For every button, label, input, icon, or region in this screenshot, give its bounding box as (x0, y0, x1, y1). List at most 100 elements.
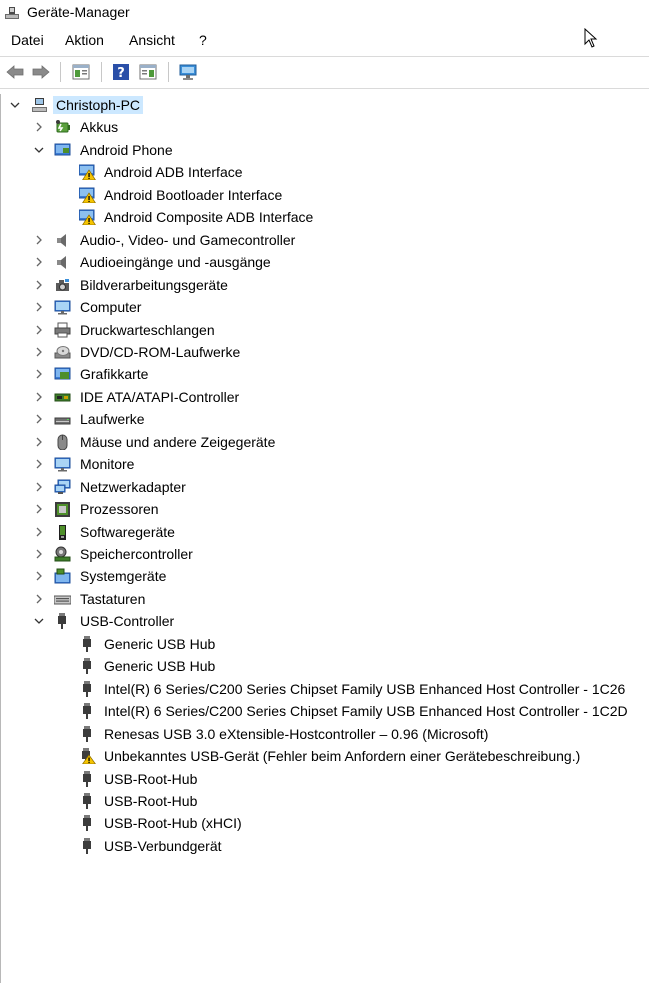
optical-drive-icon (54, 345, 71, 359)
chevron-right-icon[interactable] (33, 279, 45, 291)
menu-datei[interactable]: Datei (11, 32, 44, 48)
usb-icon (83, 725, 91, 742)
tree-device-label: Renesas USB 3.0 eXtensible-Hostcontrolle… (104, 725, 489, 742)
ide-controller-icon (54, 393, 71, 402)
tree-device-generic-usb-hub[interactable]: Generic USB Hub (1, 655, 649, 677)
tree-device-android-composite-adb-interface[interactable]: Android Composite ADB Interface (1, 206, 649, 228)
display-adapter-icon (54, 367, 71, 380)
tree-item-speichercontroller[interactable]: Speichercontroller (1, 543, 649, 565)
toolbar-separator (60, 62, 61, 82)
chevron-right-icon[interactable] (33, 413, 45, 425)
tree-item-label: Netzwerkadapter (80, 478, 186, 495)
tree-item-audio-video-und-gamecontroller[interactable]: Audio-, Video- und Gamecontroller (1, 229, 649, 251)
tree-device-usb-root-hub[interactable]: USB-Root-Hub (1, 768, 649, 790)
keyboard-icon (54, 595, 71, 605)
chevron-right-icon[interactable] (33, 301, 45, 313)
scan-hardware-icon[interactable] (179, 63, 197, 81)
tree-device-usb-verbundgerät[interactable]: USB-Verbundgerät (1, 835, 649, 857)
tree-device-label: Intel(R) 6 Series/C200 Series Chipset Fa… (104, 680, 626, 697)
tree-item-label: Audio-, Video- und Gamecontroller (80, 231, 296, 248)
tree-device-label: USB-Root-Hub (104, 770, 198, 787)
menu-ansicht[interactable]: Ansicht (129, 32, 175, 48)
tree-device-generic-usb-hub[interactable]: Generic USB Hub (1, 633, 649, 655)
action-view-icon[interactable] (139, 63, 157, 81)
tree-device-android-bootloader-interface[interactable]: Android Bootloader Interface (1, 184, 649, 206)
chevron-right-icon[interactable] (33, 256, 45, 268)
tree-item-netzwerkadapter[interactable]: Netzwerkadapter (1, 476, 649, 498)
tree-item-label: Monitore (80, 456, 135, 473)
tree-item-ide-ata-atapi-controller[interactable]: IDE ATA/ATAPI-Controller (1, 386, 649, 408)
computer-root-icon (32, 98, 47, 112)
chevron-right-icon[interactable] (33, 526, 45, 538)
chevron-right-icon[interactable] (33, 503, 45, 515)
tree-device-unbekanntes-usb-gerät-fehler-beim-anfordern-einer-gerätebeschreibung[interactable]: Unbekanntes USB-Gerät (Fehler beim Anfor… (1, 745, 649, 767)
tree-root-label: Christoph-PC (53, 96, 144, 114)
usb-icon (83, 815, 91, 832)
tree-item-mäuse-und-andere-zeigegeräte[interactable]: Mäuse und andere Zeigegeräte (1, 431, 649, 453)
menu-help[interactable]: ? (199, 32, 207, 48)
tree-item-label: Systemgeräte (80, 568, 167, 585)
tree-item-label: Android Phone (80, 141, 173, 158)
tree-item-label: Mäuse und andere Zeigegeräte (80, 433, 276, 450)
tree-item-systemgeräte[interactable]: Systemgeräte (1, 565, 649, 587)
chevron-right-icon[interactable] (33, 593, 45, 605)
tree-device-label: Generic USB Hub (104, 635, 216, 652)
help-icon[interactable]: ? (112, 63, 130, 81)
tree-item-prozessoren[interactable]: Prozessoren (1, 498, 649, 520)
tree-device-android-adb-interface[interactable]: Android ADB Interface (1, 161, 649, 183)
tree-item-android-phone[interactable]: Android Phone (1, 139, 649, 161)
tree-root-christoph-pc[interactable]: Christoph-PC (1, 94, 649, 116)
chevron-down-icon[interactable] (9, 99, 21, 111)
chevron-right-icon[interactable] (33, 324, 45, 336)
tree-device-label: Android Bootloader Interface (104, 186, 283, 203)
tree-item-akkus[interactable]: Akkus (1, 116, 649, 138)
tree-item-audioeingänge-und-ausgänge[interactable]: Audioeingänge und -ausgänge (1, 251, 649, 273)
properties-view-icon[interactable] (72, 63, 90, 81)
usb-icon (83, 680, 91, 697)
chevron-right-icon[interactable] (33, 436, 45, 448)
tree-device-usb-root-hub-xhci[interactable]: USB-Root-Hub (xHCI) (1, 812, 649, 834)
tree-device-renesas-usb-3-0-extensible-hostcontroller-0-96-microsoft[interactable]: Renesas USB 3.0 eXtensible-Hostcontrolle… (1, 723, 649, 745)
forward-icon[interactable] (32, 63, 50, 81)
tree-item-grafikkarte[interactable]: Grafikkarte (1, 363, 649, 385)
tree-item-computer[interactable]: Computer (1, 296, 649, 318)
tree-item-tastaturen[interactable]: Tastaturen (1, 588, 649, 610)
chevron-right-icon[interactable] (33, 346, 45, 358)
warning-device-icon (79, 187, 96, 203)
tree-device-label: Unbekanntes USB-Gerät (Fehler beim Anfor… (104, 748, 581, 765)
toolbar: ? (0, 56, 649, 89)
tree-device-intel-r-6-series-c200-series-chipset-family-usb-enhanced-host-controller-1c2d[interactable]: Intel(R) 6 Series/C200 Series Chipset Fa… (1, 700, 649, 722)
chevron-right-icon[interactable] (33, 481, 45, 493)
tree-item-usb-controller[interactable]: USB-Controller (1, 610, 649, 632)
menu-aktion[interactable]: Aktion (65, 32, 104, 48)
tree-item-laufwerke[interactable]: Laufwerke (1, 408, 649, 430)
tree-device-label: Intel(R) 6 Series/C200 Series Chipset Fa… (104, 703, 628, 720)
chevron-right-icon[interactable] (33, 548, 45, 560)
tree-item-label: Speichercontroller (80, 546, 193, 562)
chevron-right-icon[interactable] (33, 570, 45, 582)
toolbar-separator (101, 62, 102, 82)
tree-item-label: Laufwerke (80, 411, 145, 428)
back-icon[interactable] (6, 63, 24, 81)
chevron-right-icon[interactable] (33, 234, 45, 246)
usb-icon (83, 770, 91, 787)
tree-item-monitore[interactable]: Monitore (1, 453, 649, 475)
tree-item-druckwarteschlangen[interactable]: Druckwarteschlangen (1, 319, 649, 341)
tree-device-label: USB-Verbundgerät (104, 837, 222, 854)
chevron-right-icon[interactable] (33, 121, 45, 133)
tree-item-softwaregeräte[interactable]: Softwaregeräte (1, 521, 649, 543)
tree-device-label: Android Composite ADB Interface (104, 209, 314, 226)
tree-device-intel-r-6-series-c200-series-chipset-family-usb-enhanced-host-controller-1c26[interactable]: Intel(R) 6 Series/C200 Series Chipset Fa… (1, 678, 649, 700)
chevron-down-icon[interactable] (33, 615, 45, 627)
chevron-right-icon[interactable] (33, 391, 45, 403)
tree-item-dvd-cd-rom-laufwerke[interactable]: DVD/CD-ROM-Laufwerke (1, 341, 649, 363)
tree-device-usb-root-hub[interactable]: USB-Root-Hub (1, 790, 649, 812)
device-manager-icon (5, 7, 19, 19)
chevron-down-icon[interactable] (33, 144, 45, 156)
usb-icon (58, 613, 66, 630)
tree-item-bildverarbeitungsgeräte[interactable]: Bildverarbeitungsgeräte (1, 274, 649, 296)
tree-item-label: Grafikkarte (80, 366, 149, 383)
usb-icon (83, 792, 91, 809)
chevron-right-icon[interactable] (33, 458, 45, 470)
chevron-right-icon[interactable] (33, 368, 45, 380)
